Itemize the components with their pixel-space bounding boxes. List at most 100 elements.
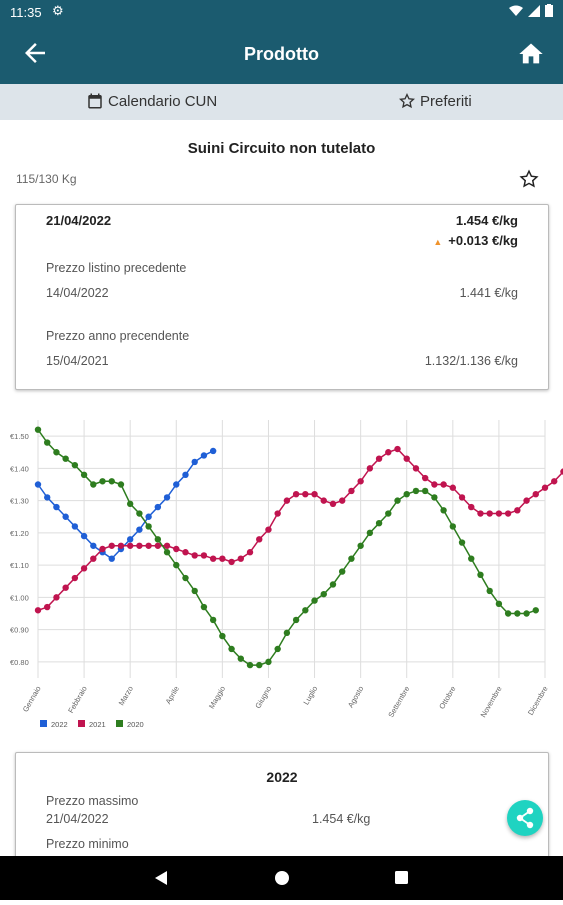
share-button[interactable] — [507, 800, 543, 836]
summary-year: 2022 — [266, 769, 298, 785]
data-point-2021 — [90, 555, 97, 562]
data-point-2020 — [154, 536, 162, 543]
data-point-2020 — [311, 597, 318, 604]
data-point-2022 — [182, 471, 189, 479]
settings-gear-icon: ⚙ — [52, 3, 64, 18]
data-point-2022 — [173, 481, 180, 488]
data-point-2022 — [62, 513, 69, 520]
x-tick-label: Ottobre — [437, 685, 457, 711]
legend-swatch-2022 — [40, 720, 47, 727]
data-point-2021 — [173, 545, 180, 553]
y-tick-label: €1.00 — [10, 593, 29, 602]
current-price: 1.454 €/kg — [455, 213, 518, 228]
legend-label: 2020 — [127, 720, 144, 729]
data-point-2020 — [320, 590, 327, 598]
data-point-2020 — [504, 610, 512, 617]
data-point-2020 — [99, 478, 106, 485]
data-point-2021 — [421, 474, 429, 482]
data-point-2022 — [145, 513, 152, 520]
data-point-2021 — [348, 487, 355, 495]
favorite-star-icon[interactable] — [518, 168, 540, 190]
prev-list-label: Prezzo listino precedente — [46, 261, 187, 275]
data-point-2020 — [449, 523, 457, 530]
data-point-2021 — [237, 555, 244, 562]
data-point-2020 — [440, 507, 447, 514]
status-time: 11:35 — [10, 5, 42, 20]
tab-label: Calendario CUN — [108, 92, 218, 110]
data-point-2022 — [34, 481, 42, 488]
data-point-2021 — [44, 603, 51, 611]
data-point-2020 — [173, 561, 180, 569]
series-line-2022 — [37, 450, 214, 560]
product-title: Suini Circuito non tutelato — [187, 140, 376, 157]
prev-year-label: Prezzo anno precendente — [46, 329, 190, 343]
data-point-2021 — [145, 542, 152, 549]
prev-list-date: 14/04/2022 — [46, 286, 109, 300]
prev-year-date: 15/04/2021 — [46, 354, 109, 368]
data-point-2021 — [477, 510, 484, 517]
data-point-2022 — [200, 452, 208, 459]
data-point-2021 — [339, 497, 346, 504]
price-delta: ▲ +0.013 €/kg — [433, 233, 518, 248]
price-card: 21/04/2022 1.454 €/kg ▲ +0.013 €/kg Prezz… — [15, 204, 549, 390]
data-point-2020 — [228, 645, 235, 653]
prev-list-price: 1.441 €/kg — [459, 286, 518, 300]
tab-label: Preferiti — [420, 92, 472, 110]
data-point-2021 — [412, 465, 420, 472]
data-point-2021 — [256, 536, 263, 543]
x-tick-label: Gennaio — [21, 685, 43, 714]
x-tick-label: Febbraio — [66, 685, 89, 715]
share-icon — [516, 807, 534, 829]
data-point-2020 — [292, 616, 300, 624]
nav-home-icon[interactable] — [275, 871, 289, 885]
data-point-2021 — [468, 503, 475, 511]
data-point-2021 — [541, 484, 549, 491]
data-point-2021 — [219, 555, 226, 562]
calendar-icon — [88, 93, 102, 109]
data-point-2021 — [403, 455, 410, 462]
x-tick-label: Settembre — [386, 685, 411, 719]
nav-back-icon[interactable] — [155, 871, 167, 885]
year-summary-card: 2022 Prezzo massimo 21/04/2022 1.454 €/k… — [15, 752, 549, 872]
data-point-2020 — [80, 471, 88, 479]
data-point-2020 — [219, 632, 226, 640]
data-point-2021 — [320, 497, 327, 504]
y-tick-label: €0.80 — [10, 658, 29, 667]
y-tick-label: €1.10 — [10, 561, 29, 570]
data-point-2020 — [375, 520, 383, 527]
data-point-2020 — [394, 497, 401, 504]
tab-calendario-cun[interactable]: Calendario CUN — [86, 92, 217, 110]
max-price-value: 1.454 €/kg — [312, 812, 371, 826]
tab-preferiti[interactable]: Preferiti — [398, 92, 472, 110]
data-point-2021 — [136, 542, 143, 549]
data-point-2021 — [523, 497, 530, 504]
nav-recents-icon[interactable] — [395, 871, 408, 884]
data-point-2021 — [495, 510, 503, 517]
data-point-2021 — [514, 507, 521, 514]
x-tick-label: Maggio — [207, 685, 227, 711]
data-point-2020 — [108, 478, 115, 485]
y-tick-label: €0.90 — [10, 626, 29, 635]
data-point-2020 — [431, 494, 438, 501]
data-point-2021 — [34, 607, 42, 614]
data-point-2020 — [200, 603, 208, 611]
data-point-2021 — [311, 490, 318, 498]
data-point-2020 — [34, 426, 42, 433]
battery-icon — [545, 4, 553, 17]
data-point-2021 — [108, 542, 115, 549]
data-point-2021 — [246, 549, 254, 556]
home-icon[interactable] — [517, 40, 545, 68]
data-point-2020 — [468, 555, 475, 562]
data-point-2020 — [514, 610, 521, 617]
data-point-2021 — [274, 510, 281, 517]
data-point-2020 — [191, 587, 198, 595]
app-bar: Prodotto — [0, 24, 563, 84]
data-point-2022 — [44, 494, 51, 501]
x-tick-label: Luglio — [301, 685, 319, 707]
product-weight: 115/130 Kg — [16, 172, 77, 186]
data-point-2020 — [477, 571, 484, 578]
data-point-2022 — [80, 532, 88, 540]
data-point-2020 — [412, 487, 420, 495]
data-point-2020 — [145, 523, 152, 530]
x-tick-label: Marzo — [117, 685, 135, 708]
